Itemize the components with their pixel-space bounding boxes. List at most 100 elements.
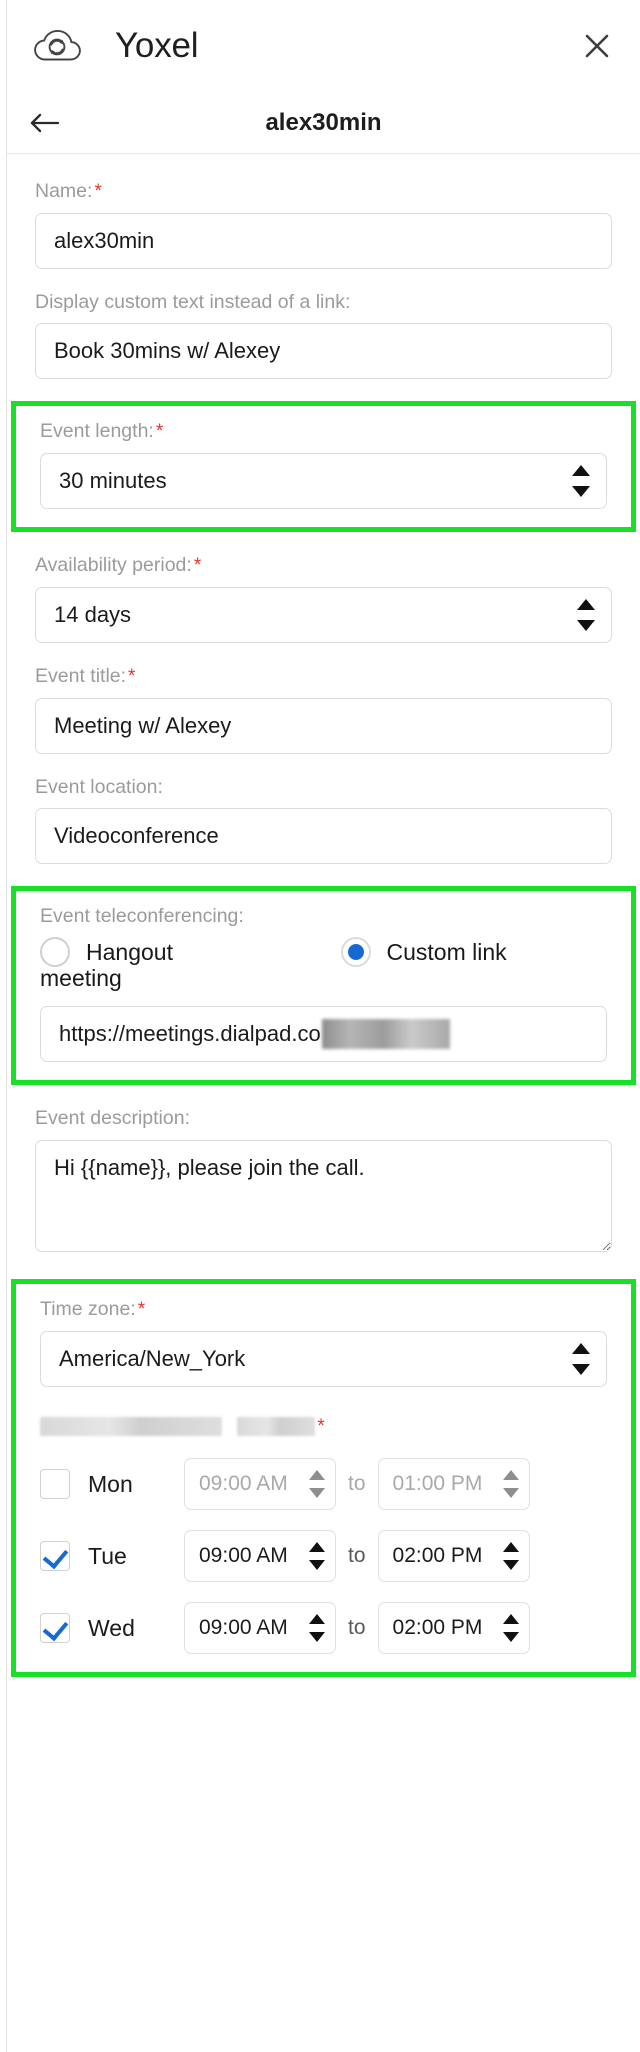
radio-option-hangout-label-wrap: meeting xyxy=(40,965,122,992)
chevron-down-icon xyxy=(502,1560,519,1571)
to-label-tue: to xyxy=(348,1544,366,1568)
chevron-up-icon xyxy=(309,1614,325,1625)
time-zone-select-value: America/New_York xyxy=(59,1345,246,1371)
field-event-length: Event length: * 30 minutes xyxy=(40,420,607,509)
start-time-mon-value: 09:00 AM xyxy=(199,1472,288,1496)
field-availability-period: Availability period: * 14 days xyxy=(7,554,640,643)
required-asterisk: * xyxy=(128,665,136,687)
custom-link-input[interactable]: https://meetings.dialpad.co xyxy=(40,1006,607,1063)
field-display-text-label: Display custom text instead of a link: xyxy=(35,290,351,313)
required-asterisk: * xyxy=(155,421,164,443)
chevron-down-icon xyxy=(502,1488,519,1499)
app-header: Yoxel xyxy=(7,0,640,92)
custom-link-input-value: https://meetings.dialpad.co xyxy=(59,1021,321,1047)
display-text-input-value: Book 30mins w/ Alexey xyxy=(54,338,281,364)
checkbox-mon[interactable] xyxy=(40,1469,70,1500)
end-time-mon-stepper[interactable] xyxy=(502,1470,519,1499)
event-location-input-value: Videoconference xyxy=(54,822,219,848)
field-time-zone: Time zone: * America/New_York xyxy=(40,1298,607,1387)
end-time-wed-value: 02:00 PM xyxy=(392,1616,483,1640)
cloud-sync-icon xyxy=(29,26,85,66)
radio-option-hangout[interactable]: Hangout xyxy=(40,937,341,968)
redacted-label-part-1 xyxy=(40,1416,222,1436)
field-display-text: Display custom text instead of a link: B… xyxy=(7,290,640,380)
start-time-wed-value: 09:00 AM xyxy=(199,1616,288,1640)
availability-row-wed: Wed 09:00 AM to 02:00 PM xyxy=(40,1602,607,1655)
availability-row-mon: Mon 09:00 AM to 01:00 PM xyxy=(40,1458,607,1511)
end-time-mon-value: 01:00 PM xyxy=(392,1472,483,1496)
field-name-label: Name: * xyxy=(35,180,102,202)
availability-row-tue: Tue 09:00 AM to 02:00 PM xyxy=(40,1530,607,1583)
event-length-select[interactable]: 30 minutes xyxy=(40,452,607,509)
end-time-wed-stepper[interactable] xyxy=(502,1614,519,1643)
availability-period-stepper[interactable] xyxy=(577,598,595,631)
chevron-up-icon xyxy=(502,1614,519,1625)
radio-option-hangout-label: Hangout xyxy=(86,938,173,965)
highlight-box-teleconferencing: Event teleconferencing: Hangout Custom l… xyxy=(11,885,636,1086)
availability-period-select-value: 14 days xyxy=(54,601,132,627)
time-zone-select[interactable]: America/New_York xyxy=(40,1330,607,1387)
start-time-mon[interactable]: 09:00 AM xyxy=(184,1458,336,1511)
event-description-textarea[interactable] xyxy=(35,1139,612,1252)
highlight-box-event-length: Event length: * 30 minutes xyxy=(11,401,636,532)
field-teleconferencing-label: Event teleconferencing: xyxy=(40,904,244,927)
time-zone-stepper[interactable] xyxy=(572,1342,590,1375)
event-form: Name: * alex30min Display custom text ins… xyxy=(7,180,640,1678)
name-input-value: alex30min xyxy=(54,227,155,253)
event-title-input-value: Meeting w/ Alexey xyxy=(54,712,232,738)
field-event-description: Event description: xyxy=(7,1107,640,1256)
redacted-url-segment xyxy=(321,1019,450,1050)
field-event-description-label: Event description: xyxy=(35,1107,191,1130)
day-label-tue: Tue xyxy=(88,1542,127,1569)
required-asterisk: * xyxy=(94,181,102,202)
start-time-mon-stepper[interactable] xyxy=(309,1470,325,1499)
display-text-input[interactable]: Book 30mins w/ Alexey xyxy=(35,323,612,380)
checkbox-tue[interactable] xyxy=(40,1541,70,1572)
field-event-location: Event location: Videoconference xyxy=(7,776,640,864)
highlight-box-timezone-hours: Time zone: * America/New_York * Mon 09:0… xyxy=(11,1278,636,1678)
arrow-left-icon[interactable] xyxy=(29,111,63,135)
radio-option-custom-link[interactable]: Custom link xyxy=(340,937,507,968)
chevron-up-icon xyxy=(309,1470,325,1481)
chevron-down-icon xyxy=(502,1632,519,1643)
chevron-down-icon xyxy=(309,1560,325,1571)
start-time-tue-stepper[interactable] xyxy=(309,1542,325,1571)
radio-off-icon xyxy=(40,937,70,968)
start-time-wed-stepper[interactable] xyxy=(309,1614,325,1643)
to-label-mon: to xyxy=(348,1472,366,1496)
sub-header: alex30min xyxy=(7,92,640,154)
start-time-tue-value: 09:00 AM xyxy=(199,1544,288,1568)
chevron-down-icon xyxy=(572,1363,590,1375)
start-time-tue[interactable]: 09:00 AM xyxy=(184,1530,336,1583)
required-asterisk: * xyxy=(317,1415,325,1437)
event-title-input[interactable]: Meeting w/ Alexey xyxy=(35,697,612,754)
yoxel-panel: Yoxel alex30min Name: * alex30min Displa… xyxy=(7,0,640,2052)
end-time-wed[interactable]: 02:00 PM xyxy=(377,1602,530,1655)
required-asterisk: * xyxy=(137,1298,146,1320)
field-availability-hours-label: * xyxy=(40,1415,607,1439)
chevron-up-icon xyxy=(572,1342,590,1354)
end-time-tue-stepper[interactable] xyxy=(502,1542,519,1571)
end-time-tue[interactable]: 02:00 PM xyxy=(377,1530,530,1583)
field-time-zone-label: Time zone: * xyxy=(40,1297,146,1320)
field-event-length-label: Event length: * xyxy=(40,420,164,443)
chevron-up-icon xyxy=(502,1470,519,1481)
chevron-down-icon xyxy=(572,485,590,497)
redacted-label-part-2 xyxy=(237,1416,316,1436)
event-location-input[interactable]: Videoconference xyxy=(35,807,612,864)
field-event-title-label: Event title: * xyxy=(35,664,136,687)
chevron-up-icon xyxy=(572,464,590,476)
start-time-wed[interactable]: 09:00 AM xyxy=(184,1602,336,1655)
day-label-mon: Mon xyxy=(88,1470,133,1497)
chevron-up-icon xyxy=(577,598,595,610)
event-length-stepper[interactable] xyxy=(572,464,590,497)
end-time-tue-value: 02:00 PM xyxy=(392,1544,483,1568)
availability-period-select[interactable]: 14 days xyxy=(35,586,612,643)
end-time-mon[interactable]: 01:00 PM xyxy=(377,1458,530,1511)
chevron-down-icon xyxy=(309,1488,325,1499)
checkbox-wed[interactable] xyxy=(40,1613,70,1644)
chevron-down-icon xyxy=(309,1632,325,1643)
close-icon[interactable] xyxy=(582,31,612,61)
name-input[interactable]: alex30min xyxy=(35,212,612,269)
field-name: Name: * alex30min xyxy=(7,180,640,269)
